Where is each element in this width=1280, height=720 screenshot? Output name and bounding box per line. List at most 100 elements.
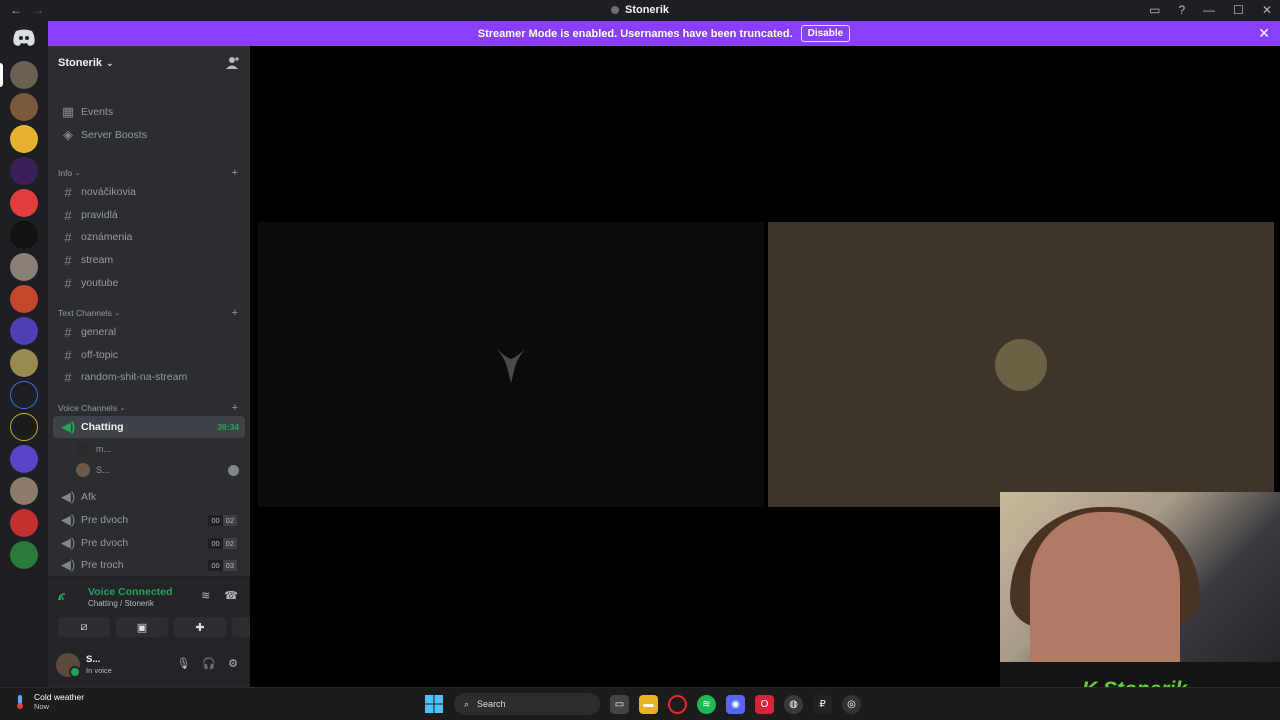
member-name: S... [96,465,110,475]
help-icon[interactable]: ? [1178,3,1185,17]
participant-tile[interactable] [768,222,1274,507]
channel-label: youtube [81,277,119,289]
window-title: Stonerik [0,4,1280,16]
maximize-icon[interactable]: ☐ [1233,3,1244,17]
server-icon[interactable] [10,125,38,153]
microphone-icon[interactable]: 🎙 [176,657,190,670]
obs-icon[interactable]: ◎ [842,694,861,714]
channel-stream[interactable]: # stream [53,249,245,271]
selected-server-pill [0,63,3,87]
voice-location[interactable]: Chatting / Stonerik [88,599,154,608]
server-icon[interactable] [10,509,38,537]
channel-label: oznámenia [81,231,133,243]
inbox-icon[interactable]: ▭ [1149,3,1160,17]
camera-button[interactable]: ⧄ [58,617,110,637]
close-banner-icon[interactable]: ✕ [1258,25,1270,42]
channel-oznamenia[interactable]: # oznámenia [53,226,245,248]
voice-channel-pre-dvoch[interactable]: ◀) Pre dvoch 00 02 [53,532,245,554]
hash-icon: # [64,324,72,340]
server-icon[interactable] [10,285,38,313]
call-timer: 39:34 [217,422,239,432]
server-icon[interactable] [10,253,38,281]
participant-tile[interactable] [258,222,764,507]
events-item[interactable]: ▦ Events [53,101,245,123]
minimize-icon[interactable]: — [1203,3,1215,17]
server-header[interactable]: Stonerik ⌄ [48,46,250,80]
channel-sidebar: Stonerik ⌄ ▦ Events ◈ Server Boosts Info… [48,46,250,576]
server-name: Stonerik [58,57,103,69]
discord-icon[interactable]: ◉ [726,694,745,714]
weather-widget[interactable]: Cold weather Now [12,692,84,711]
user-name[interactable]: S... [86,654,100,665]
member-name: m... [96,444,111,454]
channel-youtube[interactable]: # youtube [53,272,245,294]
taskbar-apps: ⌕ Search ▭ ▬ ≋ ◉ O ◍ ₽ ◎ [424,693,861,715]
server-icon[interactable] [10,317,38,345]
user-limit: 02 [222,514,237,526]
weather-sub: Now [34,702,50,711]
server-icon[interactable] [10,541,38,569]
channel-label: nováčikovia [81,186,136,198]
screen-share-icon: ▣ [136,621,148,634]
server-icon[interactable] [10,349,38,377]
channel-label: Pre dvoch [81,514,129,526]
voice-member[interactable]: S... [76,461,110,479]
channel-pravidla[interactable]: # pravidlá [53,204,245,226]
activities-button[interactable]: ✚ [174,617,226,637]
steam-icon[interactable]: ◍ [784,694,803,714]
category-text-channels[interactable]: Text Channels ⌄ + [58,306,242,320]
invite-user-icon[interactable] [226,56,240,70]
user-avatar[interactable] [56,653,81,678]
channel-novacikovia[interactable]: # nováčikovia [53,181,245,203]
title-bar: ← → Stonerik ▭ ? — ☐ ✕ [0,0,1280,21]
discord-home-icon[interactable] [12,29,36,47]
server-boosts-item[interactable]: ◈ Server Boosts [53,124,245,146]
channel-general[interactable]: # general [53,321,245,343]
channel-random[interactable]: # random-shit-na-stream [53,366,245,388]
user-panel: S... In voice 🎙 🎧 ⚙ [48,646,250,687]
headphones-icon[interactable]: 🎧 [202,657,216,670]
server-icon[interactable] [10,157,38,185]
signal-icon[interactable] [58,589,70,601]
category-info[interactable]: Info ⌄ + [58,166,242,180]
voice-channel-pre-dvoch[interactable]: ◀) Pre dvoch 00 02 [53,509,245,531]
category-voice-channels[interactable]: Voice Channels ⌄ + [58,401,242,415]
disconnect-icon[interactable]: ☎ [224,589,238,602]
server-icon[interactable] [10,221,38,249]
add-channel-icon[interactable]: + [232,307,238,319]
task-view-icon[interactable]: ▭ [610,694,629,714]
add-channel-icon[interactable]: + [232,167,238,179]
server-icon[interactable] [10,189,38,217]
taskbar-search[interactable]: ⌕ Search [454,693,600,715]
gear-icon[interactable]: ⚙ [228,657,238,670]
channel-off-topic[interactable]: # off-topic [53,344,245,366]
file-explorer-icon[interactable]: ▬ [639,694,658,714]
opera-icon[interactable] [668,694,687,714]
disable-streamer-button[interactable]: Disable [800,25,851,42]
server-icon[interactable] [10,381,38,409]
voice-channel-pre-troch[interactable]: ◀) Pre troch 00 03 [53,554,245,576]
voice-channel-chatting[interactable]: ◀) Chatting 39:34 [53,416,245,438]
noise-suppression-icon[interactable]: ≋ [201,589,210,602]
close-window-icon[interactable]: ✕ [1262,3,1272,17]
search-icon: ⌕ [464,698,470,709]
add-channel-icon[interactable]: + [232,402,238,414]
voice-member[interactable]: m... [76,440,111,458]
voice-status[interactable]: Voice Connected [88,586,172,598]
user-limit: 03 [222,559,237,571]
spotify-icon[interactable]: ≋ [697,694,716,714]
windows-start-icon[interactable] [424,694,444,714]
server-icon[interactable] [10,477,38,505]
server-icon[interactable] [10,413,38,441]
voice-channel-afk[interactable]: ◀) Afk [53,486,245,508]
screen-share-button[interactable]: ▣ [116,617,168,637]
server-icon[interactable] [10,445,38,473]
server-icon[interactable] [10,93,38,121]
speaker-icon: ◀) [60,419,76,434]
app-icon[interactable]: ₽ [813,694,832,714]
opera-gx-icon[interactable]: O [755,694,774,714]
speaker-icon: ◀) [60,557,76,572]
events-label: Events [81,106,114,118]
server-icon[interactable] [10,61,38,89]
boost-icon: ◈ [63,127,73,142]
